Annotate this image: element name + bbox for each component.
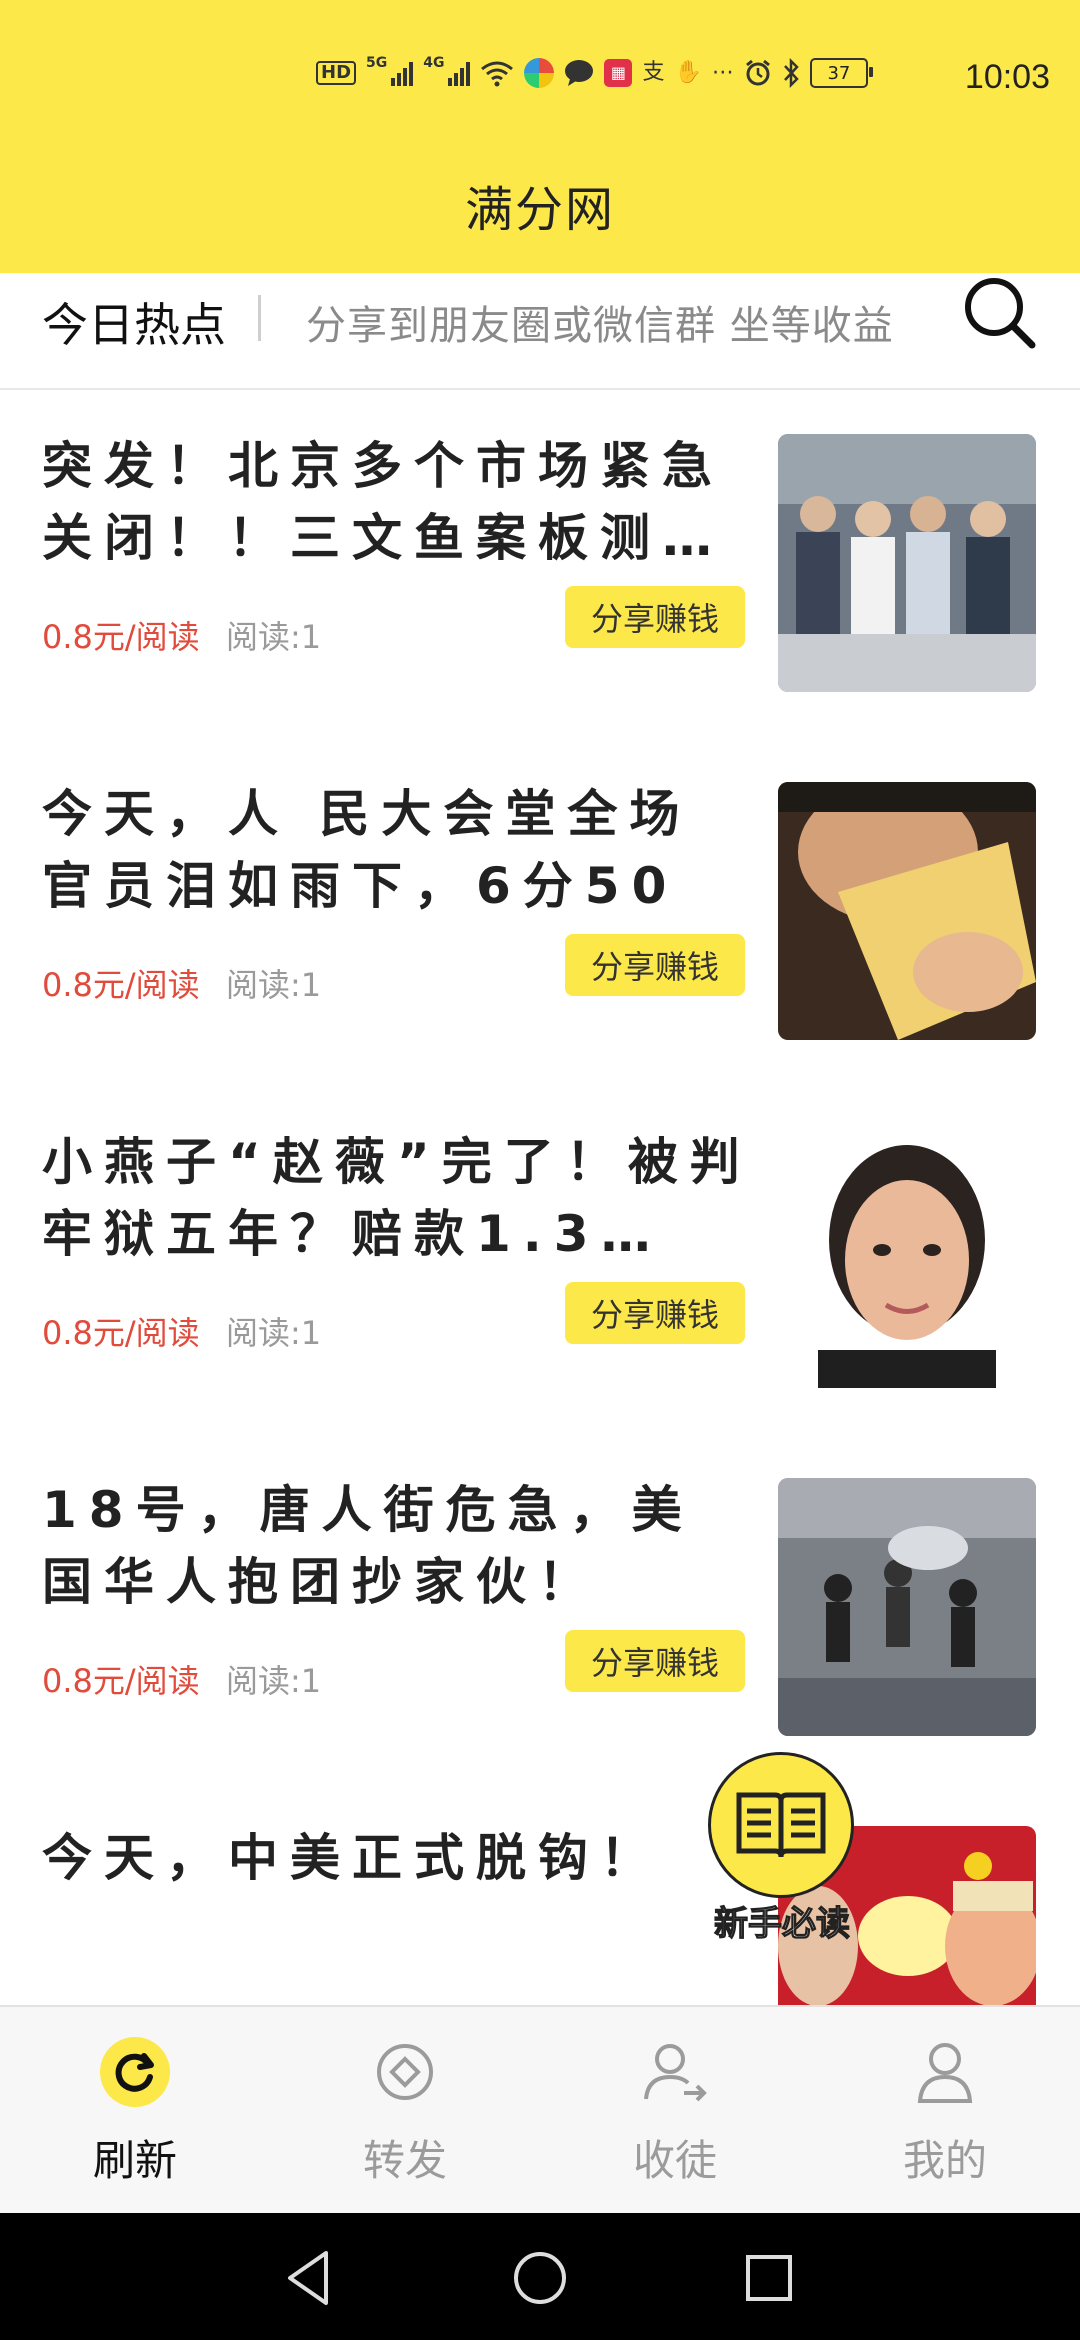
article-item[interactable]: 今天，人 民大会堂全场官员泪如雨下，6分50秒… 0.8元/阅读 阅读:1 分享… bbox=[0, 738, 1080, 1088]
article-title: 今天，人 民大会堂全场官员泪如雨下，6分50秒… bbox=[42, 785, 692, 915]
share-earn-button[interactable]: 分享赚钱 bbox=[565, 1630, 745, 1692]
article-thumbnail[interactable] bbox=[778, 1130, 1036, 1388]
article-thumbnail[interactable] bbox=[778, 782, 1036, 1040]
article-thumbnail[interactable] bbox=[778, 1478, 1036, 1736]
article-item[interactable]: 突发！北京多个市场紧急关闭！！三文鱼案板测… 0.8元/阅读 阅读:1 分享赚钱 bbox=[0, 390, 1080, 740]
nav-label: 我的 bbox=[902, 2136, 987, 2185]
calendar-app-icon: ▦ bbox=[604, 59, 633, 87]
article-reads: 阅读:1 bbox=[226, 1662, 322, 1700]
app-notification-icon bbox=[524, 58, 555, 88]
marquee-text: 分享到朋友圈或微信群 坐等收益 bbox=[306, 303, 894, 349]
book-icon bbox=[736, 1792, 826, 1858]
status-icons: HD 5G 4G ▦ 支 ✋ ⋯ 37 bbox=[316, 55, 873, 88]
article-title: 今天，中美正式脱钩！ bbox=[42, 1829, 662, 1887]
article-title: 18号，唐人街危急，美国华人抱团抄家伙！ bbox=[42, 1481, 694, 1611]
search-icon bbox=[965, 278, 1036, 349]
page-title: 满分网 bbox=[464, 182, 615, 238]
back-icon[interactable] bbox=[274, 2243, 344, 2313]
forward-icon bbox=[377, 2044, 433, 2100]
nav-invite[interactable]: 收徒 bbox=[540, 2007, 810, 2215]
article-reads: 阅读:1 bbox=[226, 966, 322, 1004]
nav-refresh[interactable]: 刷新 bbox=[0, 2007, 270, 2215]
signal-icon bbox=[391, 60, 414, 86]
hot-topics-bar: 今日热点 分享到朋友圈或微信群 坐等收益 bbox=[0, 273, 1080, 390]
alarm-icon bbox=[744, 59, 772, 87]
article-price: 0.8元/阅读 bbox=[42, 618, 200, 656]
nav-forward[interactable]: 转发 bbox=[270, 2007, 540, 2215]
profile-icon bbox=[917, 2043, 973, 2103]
article-item[interactable]: 今天，中美正式脱钩！ bbox=[0, 1782, 1080, 2005]
article-item[interactable]: 小燕子“赵薇”完了！被判牢狱五年？赔款1.3… 0.8元/阅读 阅读:1 分享赚… bbox=[0, 1086, 1080, 1436]
hd-icon: HD bbox=[316, 61, 357, 85]
app-header: HD 5G 4G ▦ 支 ✋ ⋯ 37 10:03 满分网 bbox=[0, 0, 1080, 273]
chat-icon bbox=[564, 59, 594, 87]
article-price: 0.8元/阅读 bbox=[42, 966, 200, 1004]
newbie-guide-label: 新手必读 bbox=[713, 1903, 850, 1944]
article-reads: 阅读:1 bbox=[226, 618, 322, 656]
article-title: 小燕子“赵薇”完了！被判牢狱五年？赔款1.3… bbox=[42, 1133, 752, 1263]
bottom-nav: 刷新 转发 收徒 我的 bbox=[0, 2005, 1080, 2215]
article-title: 突发！北京多个市场紧急关闭！！三文鱼案板测… bbox=[42, 437, 724, 567]
home-icon[interactable] bbox=[505, 2243, 575, 2313]
share-earn-button[interactable]: 分享赚钱 bbox=[565, 934, 745, 996]
share-earn-button[interactable]: 分享赚钱 bbox=[565, 586, 745, 648]
nav-label: 转发 bbox=[362, 2136, 447, 2185]
nav-label: 刷新 bbox=[92, 2136, 177, 2185]
newbie-guide-button[interactable] bbox=[708, 1752, 854, 1898]
refresh-icon bbox=[100, 2037, 170, 2107]
status-bar: HD 5G 4G ▦ 支 ✋ ⋯ 37 10:03 bbox=[0, 52, 1080, 108]
network-5g-label: 5G bbox=[366, 55, 388, 71]
invite-user-icon bbox=[644, 2044, 707, 2102]
more-icon: ⋯ bbox=[711, 60, 734, 85]
wifi-icon bbox=[480, 59, 514, 87]
signal-icon-2 bbox=[448, 60, 471, 86]
article-price: 0.8元/阅读 bbox=[42, 1314, 200, 1352]
search-button[interactable] bbox=[960, 273, 1040, 353]
nav-label: 收徒 bbox=[632, 2136, 717, 2185]
alipay-icon: 支 bbox=[642, 60, 665, 85]
clock: 10:03 bbox=[964, 58, 1050, 96]
hot-topics-title: 今日热点 bbox=[42, 298, 226, 352]
bluetooth-icon bbox=[782, 58, 800, 88]
recents-icon[interactable] bbox=[734, 2243, 804, 2313]
article-reads: 阅读:1 bbox=[226, 1314, 322, 1352]
divider bbox=[258, 295, 261, 341]
nav-profile[interactable]: 我的 bbox=[810, 2007, 1080, 2215]
network-4g-label: 4G bbox=[423, 55, 445, 71]
article-item[interactable]: 18号，唐人街危急，美国华人抱团抄家伙！ 0.8元/阅读 阅读:1 分享赚钱 bbox=[0, 1434, 1080, 1784]
share-earn-button[interactable]: 分享赚钱 bbox=[565, 1282, 745, 1344]
hand-icon: ✋ bbox=[674, 60, 702, 85]
battery-icon: 37 bbox=[809, 58, 873, 88]
system-nav-bar bbox=[0, 2213, 1080, 2340]
article-price: 0.8元/阅读 bbox=[42, 1662, 200, 1700]
article-thumbnail[interactable] bbox=[778, 434, 1036, 692]
